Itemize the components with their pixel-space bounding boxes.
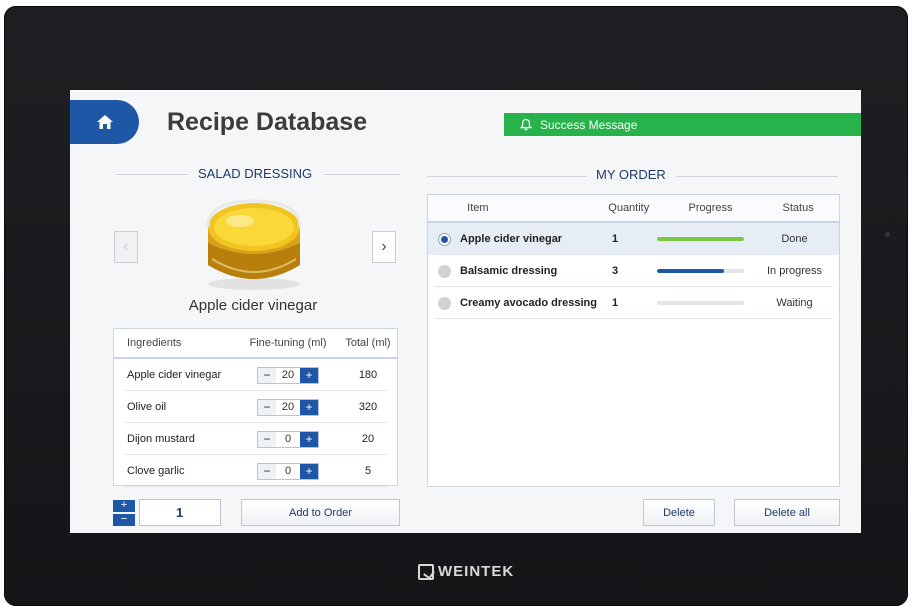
home-icon — [96, 115, 113, 129]
order-item-quantity: 1 — [612, 233, 619, 245]
order-row[interactable]: Apple cider vinegar 1 Done — [428, 223, 839, 255]
radio-unselected[interactable] — [437, 296, 451, 310]
product-image — [196, 193, 312, 293]
section-title-salad: SALAD DRESSING — [190, 166, 321, 181]
order-item-quantity: 3 — [612, 265, 619, 277]
fine-tune-stepper: − 20 + — [257, 398, 319, 416]
section-title-order: MY ORDER — [588, 167, 674, 182]
progress-bar — [656, 301, 744, 305]
column-header: Fine-tuning (ml) — [249, 337, 327, 349]
order-row[interactable]: Balsamic dressing 3 In progress — [428, 255, 839, 287]
add-to-order-button[interactable]: Add to Order — [241, 499, 400, 526]
increment-button[interactable]: + — [300, 367, 318, 383]
ingredient-name: Dijon mustard — [127, 433, 195, 445]
ingredients-table: Ingredients Fine-tuning (ml) Total (ml) … — [113, 328, 398, 487]
divider — [676, 176, 838, 177]
camera-dot — [885, 232, 890, 237]
order-item-quantity: 1 — [612, 297, 619, 309]
column-header: Status — [782, 202, 814, 214]
progress-bar — [656, 269, 744, 273]
table-header: Ingredients Fine-tuning (ml) Total (ml) — [114, 329, 397, 359]
chevron-right-icon: › — [381, 238, 387, 255]
quantity-increment-button[interactable]: + — [113, 500, 135, 512]
quantity-decrement-button[interactable]: − — [113, 514, 135, 526]
table-row: Clove garlic − 0 + 5 — [114, 455, 397, 487]
column-header: Total (ml) — [345, 337, 391, 349]
page-title: Recipe Database — [167, 108, 368, 136]
stepper-value: 0 — [276, 431, 300, 447]
decrement-button[interactable]: − — [258, 463, 276, 479]
fine-tune-stepper: − 0 + — [257, 462, 319, 480]
order-item-name: Apple cider vinegar — [460, 233, 563, 245]
chevron-left-icon: ‹ — [123, 238, 129, 255]
progress-bar — [656, 237, 744, 241]
decrement-button[interactable]: − — [258, 431, 276, 447]
delete-all-button[interactable]: Delete all — [734, 499, 840, 526]
column-header: Ingredients — [127, 337, 182, 349]
column-header: Quantity — [608, 202, 650, 214]
increment-button[interactable]: + — [300, 399, 318, 415]
order-status: Waiting — [776, 297, 813, 309]
stepper-value: 20 — [276, 399, 300, 415]
fine-tune-stepper: − 0 + — [257, 430, 319, 448]
toast-text: Success Message — [540, 117, 638, 132]
quantity-field[interactable]: 1 — [139, 499, 221, 526]
increment-button[interactable]: + — [300, 463, 318, 479]
quantity-value: 1 — [176, 505, 184, 520]
radio-selected[interactable] — [437, 232, 451, 246]
ingredient-total: 5 — [364, 465, 372, 477]
order-item-name: Creamy avocado dressing — [460, 297, 597, 309]
ingredient-total: 20 — [361, 433, 375, 445]
radio-unselected[interactable] — [437, 264, 451, 278]
table-row: Dijon mustard − 0 + 20 — [114, 423, 397, 455]
divider — [427, 176, 587, 177]
home-button[interactable] — [70, 100, 139, 144]
hmi-screen: Recipe Database Success Message SALAD DR… — [70, 90, 861, 533]
success-toast: Success Message — [504, 113, 861, 136]
order-row[interactable]: Creamy avocado dressing 1 Waiting — [428, 287, 839, 319]
column-header: Item — [467, 202, 489, 214]
order-item-name: Balsamic dressing — [460, 265, 558, 277]
stepper-value: 20 — [276, 367, 300, 383]
column-header: Progress — [688, 202, 733, 214]
delete-button[interactable]: Delete — [643, 499, 715, 526]
ingredient-total: 320 — [358, 401, 378, 413]
ingredient-total: 180 — [358, 369, 378, 381]
table-header: Item Quantity Progress Status — [428, 195, 839, 223]
ingredient-name: Olive oil — [127, 401, 167, 413]
decrement-button[interactable]: − — [258, 367, 276, 383]
brand-logo: WEINTEK — [418, 563, 514, 580]
prev-recipe-button[interactable]: ‹ — [114, 231, 138, 263]
order-table: Item Quantity Progress Status Apple cide… — [427, 194, 840, 487]
table-row: Olive oil − 20 + 320 — [114, 391, 397, 423]
stepper-value: 0 — [276, 463, 300, 479]
brand-name: WEINTEK — [438, 563, 515, 580]
bell-icon — [520, 118, 532, 131]
brand-mark-icon — [418, 563, 434, 580]
increment-button[interactable]: + — [300, 431, 318, 447]
product-name: Apple cider vinegar — [188, 297, 318, 314]
order-status: Done — [781, 233, 808, 245]
quantity-spinner: + − — [113, 500, 135, 526]
divider — [116, 174, 188, 175]
ingredient-name: Apple cider vinegar — [127, 369, 222, 381]
order-status: In progress — [766, 265, 823, 277]
progress-fill — [656, 269, 725, 273]
decrement-button[interactable]: − — [258, 399, 276, 415]
ingredient-name: Clove garlic — [127, 465, 185, 477]
next-recipe-button[interactable]: › — [372, 231, 396, 263]
fine-tune-stepper: − 20 + — [257, 366, 319, 384]
progress-fill — [656, 237, 744, 241]
table-row: Apple cider vinegar − 20 + 180 — [114, 359, 397, 391]
divider — [324, 174, 400, 175]
